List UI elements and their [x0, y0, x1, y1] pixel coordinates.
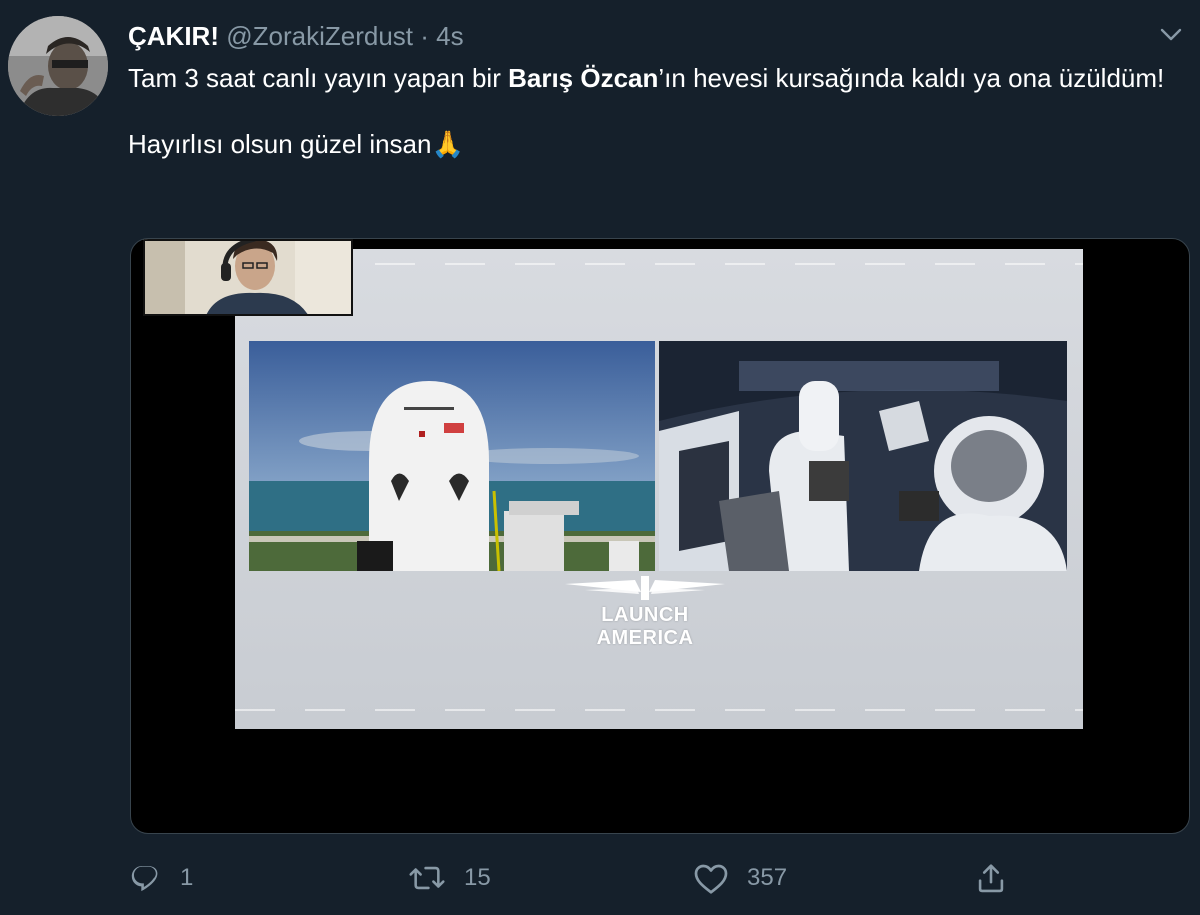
folded-hands-emoji: 🙏 — [431, 130, 464, 160]
timestamp[interactable]: 4s — [436, 21, 463, 51]
tweet-text: Tam 3 saat canlı yayın yapan bir Barış Ö… — [128, 62, 1168, 162]
reply-icon — [131, 866, 158, 892]
tweet-actions: 1 15 357 — [128, 852, 1028, 904]
chevron-down-icon[interactable] — [1156, 20, 1186, 50]
tweet-paragraph-2: Hayırlısı olsun güzel insan🙏 — [128, 128, 1168, 162]
mentioned-name: Barış Özcan — [508, 63, 659, 93]
tweet-paragraph-1: Tam 3 saat canlı yayın yapan bir Barış Ö… — [128, 62, 1168, 95]
retweet-count: 15 — [464, 864, 491, 891]
heart-icon — [694, 864, 728, 894]
video-frame: LAUNCH AMERICA — [235, 249, 1083, 729]
retweet-button[interactable]: 15 — [408, 852, 491, 904]
like-button[interactable]: 357 — [693, 852, 787, 904]
tweet-header: ÇAKIR! @ZorakiZerdust · 4s — [128, 20, 464, 52]
avatar-photo — [8, 16, 108, 116]
capsule-interior-image — [659, 341, 1067, 571]
like-count: 357 — [747, 864, 788, 891]
logo-text: LAUNCH AMERICA — [596, 604, 694, 649]
user-handle[interactable]: @ZorakiZerdust — [226, 21, 413, 51]
share-button[interactable] — [976, 852, 1006, 904]
tweet-text-line-2: Hayırlısı olsun güzel insan — [128, 129, 432, 159]
share-icon — [978, 864, 1004, 893]
tweet-text-part-1: Tam 3 saat canlı yayın yapan bir — [128, 63, 509, 93]
avatar[interactable] — [8, 16, 108, 116]
separator-dot: · — [420, 21, 429, 51]
retweet-icon — [409, 866, 445, 890]
tweet-text-part-2: ’ın hevesi kursağında kaldı ya ona üzüld… — [658, 63, 1165, 93]
display-name[interactable]: ÇAKIR! — [128, 21, 219, 51]
rocket-launch-image — [249, 341, 655, 571]
reply-count: 1 — [180, 864, 194, 891]
reply-button[interactable]: 1 — [128, 852, 193, 904]
webcam-overlay — [143, 239, 353, 316]
tweet-media-video[interactable]: LAUNCH AMERICA — [130, 238, 1190, 834]
launch-america-logo: LAUNCH AMERICA — [555, 574, 775, 649]
